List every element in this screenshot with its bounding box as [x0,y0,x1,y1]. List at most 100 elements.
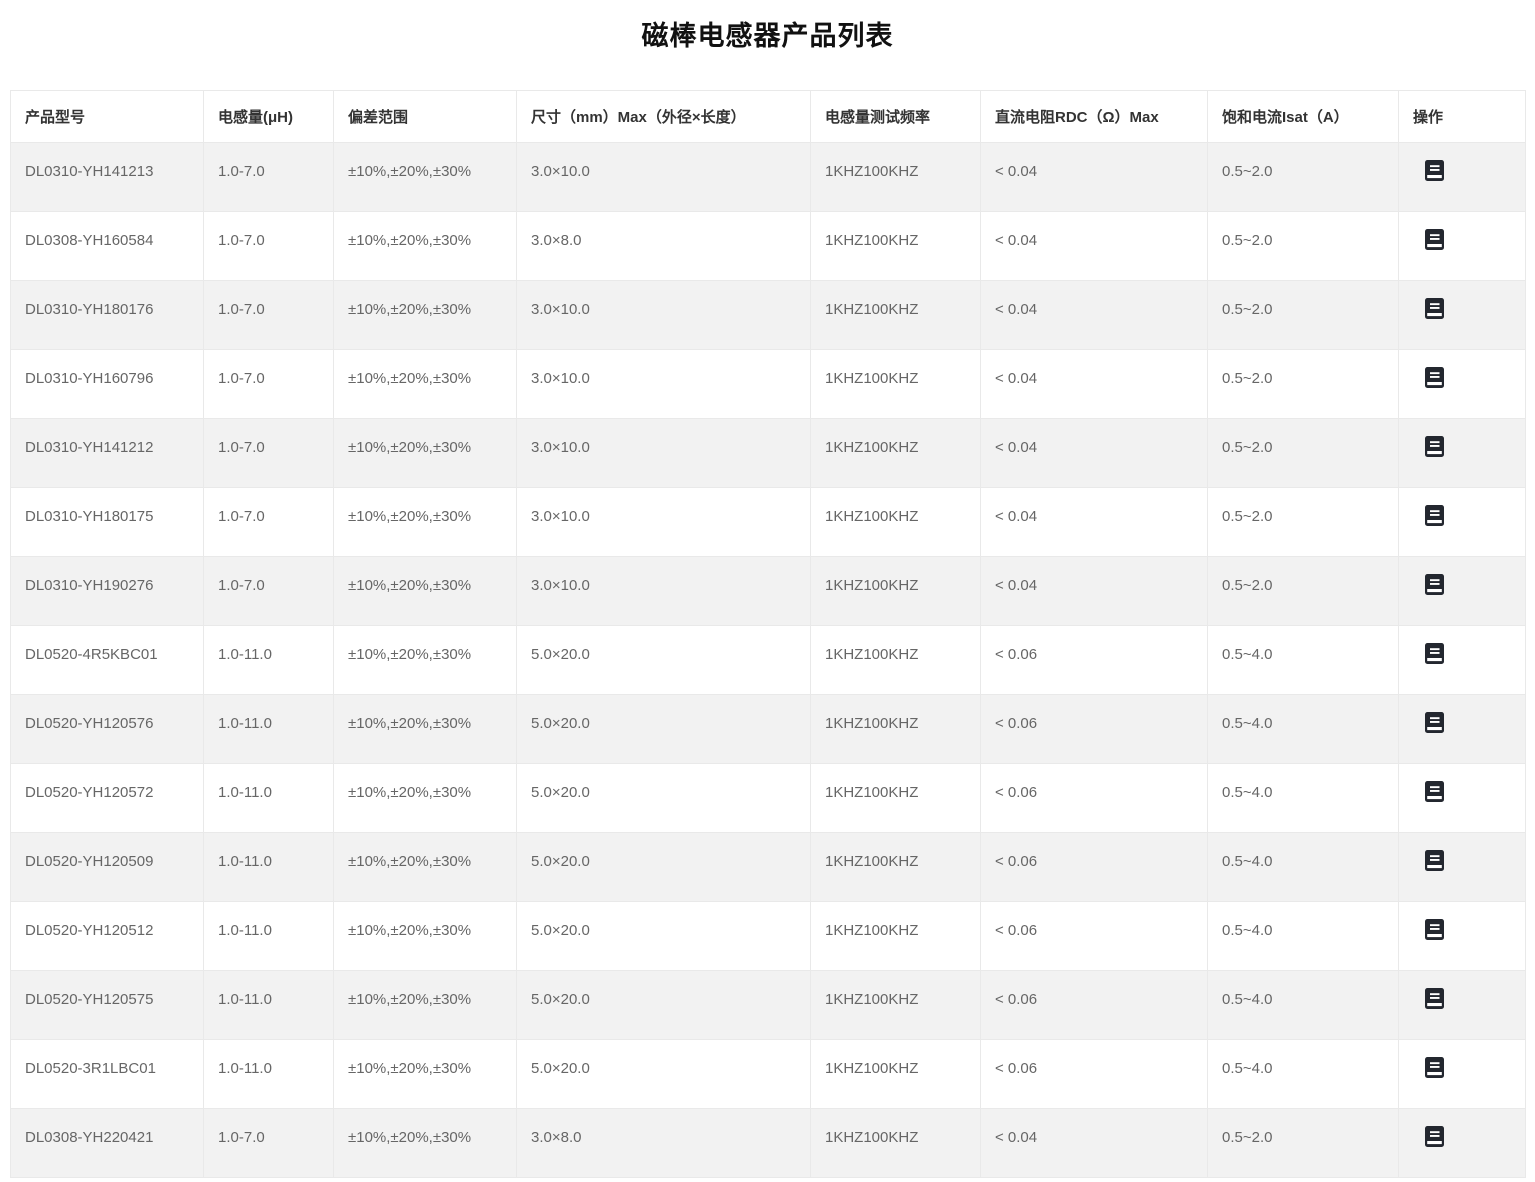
product-table: 产品型号电感量(μH)偏差范围尺寸（mm）Max（外径×长度）电感量测试频率直流… [10,90,1526,1178]
page-title: 磁棒电感器产品列表 [0,14,1535,53]
cell-rdc: < 0.06 [981,902,1208,971]
document-icon [1425,919,1444,940]
cell-model: DL0520-YH120512 [11,902,204,971]
cell-isat: 0.5~2.0 [1208,350,1399,419]
cell-isat: 0.5~4.0 [1208,764,1399,833]
cell-inductance: 1.0-7.0 [204,1109,334,1178]
cell-isat: 0.5~4.0 [1208,971,1399,1040]
cell-model: DL0520-YH120509 [11,833,204,902]
cell-test_freq: 1KHZ100KHZ [811,281,981,350]
cell-size: 3.0×10.0 [517,557,811,626]
cell-model: DL0520-YH120575 [11,971,204,1040]
column-header-model: 产品型号 [11,91,204,143]
cell-model: DL0520-4R5KBC01 [11,626,204,695]
table-row: DL0310-YH1801761.0-7.0±10%,±20%,±30%3.0×… [11,281,1526,350]
table-row: DL0308-YH1605841.0-7.0±10%,±20%,±30%3.0×… [11,212,1526,281]
view-detail-button[interactable] [1425,1126,1445,1148]
view-detail-button[interactable] [1425,505,1445,527]
cell-test_freq: 1KHZ100KHZ [811,350,981,419]
view-detail-button[interactable] [1425,1057,1445,1079]
cell-model: DL0310-YH190276 [11,557,204,626]
cell-size: 5.0×20.0 [517,902,811,971]
cell-action [1399,695,1526,764]
cell-size: 3.0×10.0 [517,281,811,350]
document-icon [1425,160,1444,181]
cell-test_freq: 1KHZ100KHZ [811,833,981,902]
column-header-tolerance: 偏差范围 [334,91,517,143]
cell-inductance: 1.0-7.0 [204,419,334,488]
cell-action [1399,626,1526,695]
cell-action [1399,281,1526,350]
view-detail-button[interactable] [1425,160,1445,182]
cell-isat: 0.5~2.0 [1208,1109,1399,1178]
cell-rdc: < 0.06 [981,1040,1208,1109]
cell-inductance: 1.0-7.0 [204,557,334,626]
cell-rdc: < 0.04 [981,350,1208,419]
view-detail-button[interactable] [1425,712,1445,734]
cell-size: 3.0×8.0 [517,212,811,281]
table-row: DL0520-3R1LBC011.0-11.0±10%,±20%,±30%5.0… [11,1040,1526,1109]
cell-action [1399,764,1526,833]
table-row: DL0310-YH1801751.0-7.0±10%,±20%,±30%3.0×… [11,488,1526,557]
cell-inductance: 1.0-7.0 [204,281,334,350]
cell-tolerance: ±10%,±20%,±30% [334,557,517,626]
cell-test_freq: 1KHZ100KHZ [811,1040,981,1109]
cell-tolerance: ±10%,±20%,±30% [334,1040,517,1109]
view-detail-button[interactable] [1425,298,1445,320]
cell-rdc: < 0.06 [981,833,1208,902]
cell-rdc: < 0.06 [981,626,1208,695]
view-detail-button[interactable] [1425,919,1445,941]
document-icon [1425,367,1444,388]
cell-test_freq: 1KHZ100KHZ [811,419,981,488]
cell-isat: 0.5~2.0 [1208,281,1399,350]
cell-isat: 0.5~4.0 [1208,833,1399,902]
cell-isat: 0.5~4.0 [1208,1040,1399,1109]
cell-inductance: 1.0-11.0 [204,1040,334,1109]
column-header-size: 尺寸（mm）Max（外径×长度） [517,91,811,143]
cell-inductance: 1.0-11.0 [204,695,334,764]
cell-test_freq: 1KHZ100KHZ [811,212,981,281]
cell-test_freq: 1KHZ100KHZ [811,902,981,971]
cell-tolerance: ±10%,±20%,±30% [334,212,517,281]
cell-test_freq: 1KHZ100KHZ [811,1109,981,1178]
view-detail-button[interactable] [1425,367,1445,389]
cell-size: 5.0×20.0 [517,764,811,833]
cell-action [1399,1040,1526,1109]
cell-isat: 0.5~2.0 [1208,419,1399,488]
cell-isat: 0.5~4.0 [1208,626,1399,695]
view-detail-button[interactable] [1425,643,1445,665]
view-detail-button[interactable] [1425,574,1445,596]
cell-size: 5.0×20.0 [517,971,811,1040]
table-row: DL0520-YH1205751.0-11.0±10%,±20%,±30%5.0… [11,971,1526,1040]
cell-rdc: < 0.06 [981,971,1208,1040]
view-detail-button[interactable] [1425,781,1445,803]
cell-test_freq: 1KHZ100KHZ [811,695,981,764]
product-table-container: 产品型号电感量(μH)偏差范围尺寸（mm）Max（外径×长度）电感量测试频率直流… [10,90,1525,1178]
cell-size: 3.0×10.0 [517,419,811,488]
cell-test_freq: 1KHZ100KHZ [811,626,981,695]
cell-rdc: < 0.06 [981,764,1208,833]
cell-model: DL0520-3R1LBC01 [11,1040,204,1109]
cell-action [1399,902,1526,971]
table-row: DL0310-YH1412121.0-7.0±10%,±20%,±30%3.0×… [11,419,1526,488]
cell-isat: 0.5~4.0 [1208,902,1399,971]
cell-rdc: < 0.04 [981,212,1208,281]
cell-tolerance: ±10%,±20%,±30% [334,281,517,350]
cell-action [1399,143,1526,212]
column-header-test_freq: 电感量测试频率 [811,91,981,143]
cell-model: DL0310-YH160796 [11,350,204,419]
table-row: DL0310-YH1902761.0-7.0±10%,±20%,±30%3.0×… [11,557,1526,626]
view-detail-button[interactable] [1425,988,1445,1010]
view-detail-button[interactable] [1425,436,1445,458]
cell-model: DL0310-YH180176 [11,281,204,350]
cell-rdc: < 0.04 [981,488,1208,557]
document-icon [1425,229,1444,250]
view-detail-button[interactable] [1425,229,1445,251]
view-detail-button[interactable] [1425,850,1445,872]
table-row: DL0520-YH1205091.0-11.0±10%,±20%,±30%5.0… [11,833,1526,902]
table-row: DL0520-YH1205721.0-11.0±10%,±20%,±30%5.0… [11,764,1526,833]
cell-model: DL0308-YH160584 [11,212,204,281]
cell-rdc: < 0.04 [981,557,1208,626]
cell-size: 3.0×10.0 [517,350,811,419]
table-row: DL0310-YH1412131.0-7.0±10%,±20%,±30%3.0×… [11,143,1526,212]
